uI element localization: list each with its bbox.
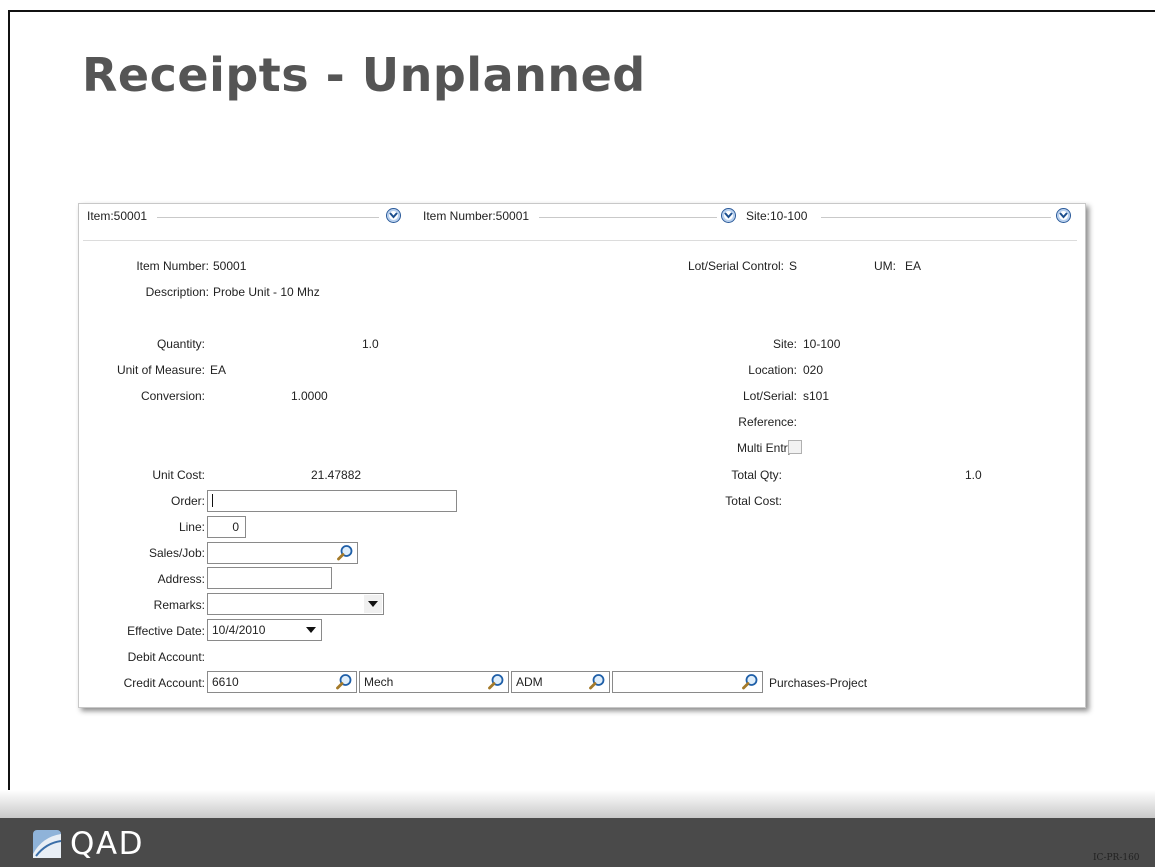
slide-code: IC-PR-160 [1093,853,1140,863]
header-divider [539,217,717,218]
order-label: Order: [170,494,205,508]
reference-label: Reference: [738,415,797,429]
total-cost-label: Total Cost: [725,494,782,508]
item-number-value: 50001 [213,259,247,273]
header-separator [83,240,1077,241]
effective-date-field[interactable]: 10/4/2010 [207,619,322,641]
total-qty-value: 1.0 [965,468,982,482]
header-divider [821,217,1051,218]
location-label: Location: [748,363,797,377]
description-label: Description: [145,285,209,299]
lot-serial-label: Lot/Serial: [742,389,797,403]
unit-of-measure-value: EA [210,363,227,377]
quantity-label: Quantity: [156,337,205,351]
credit-sub-account-lookup-icon[interactable] [487,673,505,691]
credit-sub-account-value: Mech [364,675,394,689]
remarks-label: Remarks: [153,598,205,612]
credit-sub-account-field[interactable]: Mech [359,671,509,693]
multi-entry-checkbox[interactable] [788,440,802,454]
text-caret [212,494,213,507]
credit-account-lookup-icon[interactable] [335,673,353,691]
credit-cost-center-field[interactable]: ADM [511,671,610,693]
header-site-label: Site:10-100 [746,209,808,223]
credit-account-description: Purchases-Project [769,676,868,690]
credit-project-lookup-icon[interactable] [741,673,759,691]
remarks-select[interactable] [207,593,384,615]
total-qty-label: Total Qty: [731,468,782,482]
slide-title: Receipts - Unplanned [82,48,646,102]
credit-account-value: 6610 [212,675,239,689]
quantity-value: 1.0 [362,337,379,351]
lot-serial-control-label: Lot/Serial Control: [687,259,784,273]
site-value: 10-100 [803,337,841,351]
receipts-unplanned-panel: Item:50001 Item Number:50001 Site:10-100… [78,203,1086,708]
qad-logo-text: QAD [70,826,144,862]
site-label: Site: [772,337,797,351]
location-value: 020 [803,363,824,377]
sales-job-field[interactable] [207,542,358,564]
unit-cost-label: Unit Cost: [152,468,205,482]
lot-serial-value: s101 [803,389,830,403]
sales-job-label: Sales/Job: [148,546,205,560]
site-frame-toggle-icon[interactable] [1056,208,1071,223]
lot-serial-control-value: S [789,259,798,273]
dropdown-arrow-icon[interactable] [364,595,382,613]
credit-cost-center-value: ADM [516,675,543,689]
item-number-frame-toggle-icon[interactable] [721,208,736,223]
header-divider [157,217,379,218]
line-field[interactable]: 0 [207,516,246,538]
header-item-number-label: Item Number:50001 [423,209,530,223]
credit-project-field[interactable] [612,671,763,693]
item-number-label: Item Number: [136,259,209,273]
header-item-label: Item:50001 [87,209,148,223]
conversion-label: Conversion: [140,389,205,403]
line-label: Line: [178,520,205,534]
sales-job-lookup-icon[interactable] [336,544,354,562]
unit-of-measure-label: Unit of Measure: [116,363,205,377]
footer-bar [0,818,1155,867]
qad-logo-icon [32,829,62,859]
unit-cost-value: 21.47882 [311,468,362,482]
address-label: Address: [157,572,205,586]
conversion-value: 1.0000 [291,389,328,403]
um-value: EA [905,259,922,273]
order-field[interactable] [207,490,457,512]
effective-date-label: Effective Date: [127,624,205,638]
credit-cost-center-lookup-icon[interactable] [588,673,606,691]
address-field[interactable] [207,567,332,589]
credit-account-field[interactable]: 6610 [207,671,357,693]
effective-date-value: 10/4/2010 [212,623,266,637]
description-value: Probe Unit - 10 Mhz [213,285,320,299]
um-label: UM: [874,259,896,273]
item-frame-toggle-icon[interactable] [386,208,401,223]
footer-fade [0,790,1155,818]
calendar-dropdown-icon[interactable] [302,621,320,639]
debit-account-label: Debit Account: [127,650,205,664]
credit-account-label: Credit Account: [123,676,205,690]
